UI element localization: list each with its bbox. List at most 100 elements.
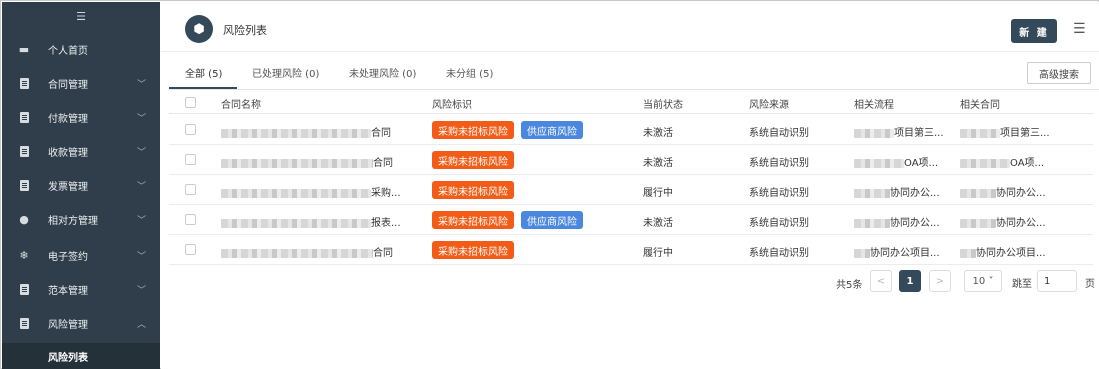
snowflake-icon: ❄ <box>19 248 29 262</box>
sidebar-item-risk[interactable]: 风险管理 ︿ <box>2 306 160 340</box>
active-tab-indicator <box>169 87 237 89</box>
sidebar-item-label: 发票管理 <box>48 181 88 193</box>
source-cell: 系统自动识别 <box>749 188 809 199</box>
tab-all[interactable]: 全部 (5) <box>185 65 222 80</box>
sidebar-item-esign[interactable]: ❄ 电子签约 ﹀ <box>2 238 160 272</box>
sidebar-item-template[interactable]: 范本管理 ﹀ <box>2 272 160 306</box>
sidebar-item-counterparty[interactable]: ● 相对方管理 ﹀ <box>2 202 160 236</box>
flow-text: 协同办公... <box>890 188 940 199</box>
row-checkbox[interactable] <box>185 154 196 165</box>
risk-tag: 采购未招标风险 <box>432 121 514 139</box>
contract-name-suffix: 采购... <box>371 188 401 199</box>
tab-bar: 全部 (5) 已处理风险 (0) 未处理风险 (0) 未分组 (5) 高级搜索 <box>169 52 1099 90</box>
tab-unprocessed[interactable]: 未处理风险 (0) <box>349 65 416 80</box>
contract-name-cell[interactable]: 合同 <box>221 124 391 139</box>
sidebar-item-label: 付款管理 <box>48 113 88 125</box>
row-checkbox[interactable] <box>185 124 196 135</box>
related-contract-text: 协同办公... <box>996 218 1046 229</box>
monitor-icon: ▬ <box>18 42 30 56</box>
flow-cell[interactable]: OA项... <box>854 154 938 169</box>
redacted-text <box>960 158 1010 168</box>
collapse-menu-icon[interactable]: ☰ <box>2 2 160 30</box>
status-cell: 未激活 <box>643 128 673 139</box>
table-header: 合同名称 风险标识 当前状态 风险来源 相关流程 相关合同 <box>169 90 1093 114</box>
main-content: ⬢ 风险列表 新 建 ☰ 全部 (5) 已处理风险 (0) 未处理风险 (0) … <box>161 2 1099 369</box>
flow-text: 协同办公项目... <box>870 248 940 259</box>
table-row[interactable]: 合同 采购未招标风险 履行中 系统自动识别 协同办公项目... 协同办公项目..… <box>169 235 1093 265</box>
chevron-up-icon: ︿ <box>137 319 147 330</box>
chevron-down-icon: ﹀ <box>137 285 147 296</box>
sidebar-item-invoice[interactable]: 发票管理 ﹀ <box>2 168 160 202</box>
tab-ungrouped[interactable]: 未分组 (5) <box>446 65 493 80</box>
flow-cell[interactable]: 项目第三... <box>854 124 944 139</box>
tab-processed[interactable]: 已处理风险 (0) <box>252 65 319 80</box>
status-cell: 履行中 <box>643 188 673 199</box>
sidebar-subitem-label: 风险列表 <box>48 352 88 364</box>
contract-name-suffix: 合同 <box>373 158 393 169</box>
column-header: 风险标识 <box>432 100 472 111</box>
risk-tag: 采购未招标风险 <box>432 211 514 229</box>
document-icon <box>18 77 30 89</box>
redacted-text <box>221 218 371 228</box>
select-all-checkbox[interactable] <box>185 97 196 108</box>
document-icon <box>18 317 30 329</box>
jump-label: 跳至 <box>1012 279 1032 290</box>
flow-cell[interactable]: 协同办公项目... <box>854 244 940 259</box>
sidebar-item-receipt[interactable]: 收款管理 ﹀ <box>2 134 160 168</box>
sidebar-item-payment[interactable]: 付款管理 ﹀ <box>2 100 160 134</box>
source-cell: 系统自动识别 <box>749 158 809 169</box>
contract-name-cell[interactable]: 合同 <box>221 154 393 169</box>
list-view-icon[interactable]: ☰ <box>1073 21 1086 37</box>
chevron-down-icon: ﹀ <box>137 251 147 262</box>
related-contract-cell[interactable]: 协同办公... <box>960 214 1046 229</box>
new-button[interactable]: 新 建 <box>1011 19 1057 43</box>
next-page-button[interactable]: > <box>929 270 951 292</box>
contract-name-suffix: 合同 <box>371 128 391 139</box>
related-contract-cell[interactable]: 项目第三... <box>960 124 1050 139</box>
row-checkbox[interactable] <box>185 244 196 255</box>
redacted-text <box>854 218 890 228</box>
row-checkbox[interactable] <box>185 184 196 195</box>
related-contract-cell[interactable]: 协同办公... <box>960 184 1046 199</box>
flow-cell[interactable]: 协同办公... <box>854 184 940 199</box>
sidebar-item-label: 电子签约 <box>48 251 88 263</box>
sidebar-item-label: 范本管理 <box>48 285 88 297</box>
contract-name-cell[interactable]: 合同 <box>221 244 393 259</box>
page-size-select[interactable]: 10 ˅ <box>964 270 1002 292</box>
sidebar-item-home[interactable]: ▬ 个人首页 <box>2 32 160 66</box>
app-window: ☰ ▬ 个人首页 合同管理 ﹀ 付款管理 ﹀ 收款管理 ﹀ 发票管理 ﹀ ● 相… <box>0 0 1099 369</box>
page-header: ⬢ 风险列表 新 建 ☰ <box>161 2 1099 52</box>
table-row[interactable]: 合同 采购未招标风险 供应商风险 未激活 系统自动识别 项目第三... 项目第三… <box>169 115 1093 145</box>
row-checkbox[interactable] <box>185 214 196 225</box>
sidebar-item-label: 合同管理 <box>48 79 88 91</box>
person-icon: ● <box>19 212 29 226</box>
sidebar-item-contract[interactable]: 合同管理 ﹀ <box>2 66 160 100</box>
jump-page-input[interactable]: 1 <box>1037 270 1077 292</box>
page-title: 风险列表 <box>223 24 267 37</box>
advanced-search-button[interactable]: 高级搜索 <box>1027 62 1091 84</box>
table-row[interactable]: 采购... 采购未招标风险 履行中 系统自动识别 协同办公... 协同办公... <box>169 175 1093 205</box>
document-icon <box>18 145 30 157</box>
column-header: 相关合同 <box>960 100 1000 111</box>
related-contract-cell[interactable]: OA项... <box>960 154 1044 169</box>
table-row[interactable]: 报表... 采购未招标风险 供应商风险 未激活 系统自动识别 协同办公... 协… <box>169 205 1093 235</box>
source-cell: 系统自动识别 <box>749 128 809 139</box>
redacted-text <box>854 188 890 198</box>
source-cell: 系统自动识别 <box>749 248 809 259</box>
sidebar-subitem-risk-list[interactable]: 风险列表 <box>2 343 160 369</box>
table-row[interactable]: 合同 采购未招标风险 未激活 系统自动识别 OA项... OA项... <box>169 145 1093 175</box>
contract-name-cell[interactable]: 采购... <box>221 184 401 199</box>
flow-cell[interactable]: 协同办公... <box>854 214 940 229</box>
chevron-down-icon: ﹀ <box>137 215 147 226</box>
chevron-down-icon: ﹀ <box>137 147 147 158</box>
document-icon <box>18 179 30 191</box>
contract-name-cell[interactable]: 报表... <box>221 214 401 229</box>
related-contract-cell[interactable]: 协同办公项目... <box>960 244 1046 259</box>
redacted-text <box>221 248 373 258</box>
related-contract-text: 协同办公项目... <box>976 248 1046 259</box>
page-1-button[interactable]: 1 <box>899 270 921 292</box>
chevron-down-icon: ﹀ <box>137 113 147 124</box>
status-cell: 履行中 <box>643 248 673 259</box>
chevron-down-icon: ﹀ <box>137 79 147 90</box>
prev-page-button[interactable]: < <box>870 270 892 292</box>
